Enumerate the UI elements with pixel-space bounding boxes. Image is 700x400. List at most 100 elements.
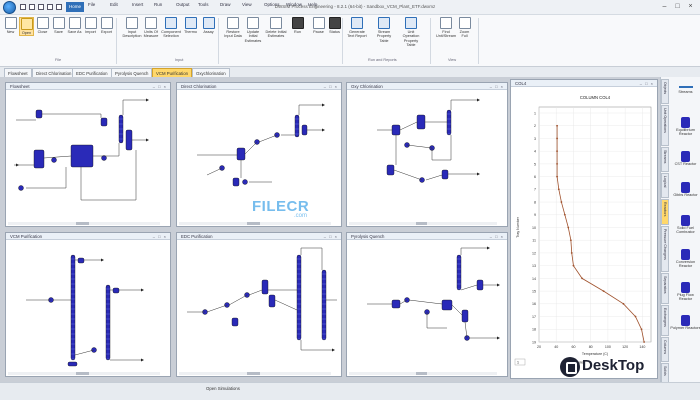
tab-edc-purification[interactable]: EDC Purification [72, 68, 112, 77]
tab-pyrolysis-quench[interactable]: Pyrolysis Quench [111, 68, 153, 77]
data-point [556, 137, 558, 140]
scrollbar-thumb[interactable] [415, 222, 428, 225]
zoom-full-button[interactable]: Zoom Full [457, 17, 472, 39]
menu-output[interactable]: Output [176, 2, 190, 7]
palette-object-polymer-reactors[interactable]: Polymer Reactors [670, 315, 700, 330]
palette-tab-logical[interactable]: Logical [661, 172, 669, 198]
column-profile-window: COL4 – □ × COLUMN COL4 1 2 3 4 5 6 7 8 9 10 11 12 13 1… [510, 79, 658, 379]
group-label-view: View [448, 58, 457, 62]
new-button[interactable]: New [3, 17, 18, 34]
unit-operation-property-table-button[interactable]: Unit Operation Property Table [400, 17, 422, 47]
palette-tab-separators[interactable]: Separators [661, 273, 669, 305]
ribbon-toolbar: New Open Close Save Save As Import Export File I… [0, 15, 700, 67]
palette-tab-exchangers[interactable]: Exchangers [661, 305, 669, 337]
menu-insert[interactable]: Insert [132, 2, 143, 7]
update-initial-estimates-button[interactable]: Update Initial Estimates [242, 17, 264, 43]
scrollbar-thumb[interactable] [76, 372, 89, 375]
save-as-button[interactable]: Save As [67, 17, 82, 34]
save-button[interactable]: Save [51, 17, 66, 34]
window-buttons[interactable]: – □ × [640, 81, 654, 86]
maximize-button[interactable]: □ [673, 3, 682, 12]
assay-button[interactable]: Assay [201, 17, 216, 34]
menu-edit[interactable]: Edit [110, 2, 118, 7]
palette-tab-label: Columns [663, 340, 667, 355]
horizontal-scrollbar[interactable] [349, 222, 497, 225]
scrollbar-thumb[interactable] [76, 222, 89, 225]
polymer-reactors-icon [681, 315, 690, 326]
horizontal-scrollbar[interactable] [8, 222, 160, 225]
menu-home[interactable]: Home [66, 2, 85, 12]
scrollbar-thumb[interactable] [247, 222, 260, 225]
flowsheet-diagram[interactable] [347, 240, 507, 373]
tab-direct-chlorination[interactable]: Direct Chlorination [32, 68, 76, 77]
palette-tab-pressure-changers[interactable]: Pressure Changers [661, 226, 669, 273]
pause-button[interactable]: Pause [311, 17, 326, 34]
tab-vcm-purification[interactable]: VCM Purification [152, 68, 192, 77]
quick-redo-icon[interactable] [56, 4, 62, 10]
palette-tab-reactors[interactable]: Reactors [661, 198, 669, 226]
window-buttons[interactable]: – □ × [153, 234, 167, 239]
units-of-measure-button[interactable]: Units Of Measure [140, 17, 162, 39]
new-label: New [6, 30, 15, 34]
menu-file[interactable]: File [88, 2, 95, 7]
window-buttons[interactable]: – □ × [324, 234, 338, 239]
horizontal-scrollbar[interactable] [349, 372, 497, 375]
flowsheet-diagram[interactable] [177, 240, 341, 373]
minimize-button[interactable]: – [660, 3, 669, 12]
quick-new-icon[interactable] [20, 4, 26, 10]
y-tick-label: 16 [532, 302, 536, 306]
window-buttons[interactable]: – □ × [490, 234, 504, 239]
run-button[interactable]: Run [290, 17, 305, 34]
save-label: Save [54, 30, 63, 34]
palette-tab-objects[interactable]: Objects [661, 79, 669, 104]
data-point [560, 201, 563, 203]
delete-initial-estimates-button[interactable]: Delete Initial Estimates [265, 17, 287, 39]
flowsheet-diagram[interactable] [347, 90, 507, 223]
palette-object-equilibrium-reactor[interactable]: Equilibrium Reactor [670, 117, 700, 137]
palette-object-solid-fuel-combustor[interactable]: Solid Fuel Combustor [670, 215, 700, 235]
export-button[interactable]: Export [99, 17, 114, 34]
palette-tab-streams[interactable]: Streams [661, 147, 669, 172]
palette-object-cst-reactor[interactable]: CST Reactor [670, 151, 700, 166]
quick-undo-icon[interactable] [47, 4, 53, 10]
window-buttons[interactable]: – □ × [490, 84, 504, 89]
palette-object-streams[interactable]: Streams [670, 81, 700, 94]
generate-text-report-button[interactable]: Generate Text Report [346, 17, 368, 39]
thermo-button[interactable]: Thermo [183, 17, 198, 34]
restore-input-data-button[interactable]: Restore Input Data [222, 17, 244, 39]
palette-tab-unit-operations[interactable]: Unit Operations [661, 104, 669, 147]
menu-draw[interactable]: Draw [220, 2, 231, 7]
tab-flowsheet[interactable]: Flowsheet [4, 68, 32, 77]
status-button[interactable]: Status [327, 17, 342, 34]
window-buttons[interactable]: – □ × [153, 84, 167, 89]
palette-object-plug-flow-reactor[interactable]: Plug Flow Reactor [670, 282, 700, 302]
save-icon [52, 17, 65, 29]
quick-open-icon[interactable] [29, 4, 35, 10]
window-buttons[interactable]: – □ × [324, 84, 338, 89]
horizontal-scrollbar[interactable] [179, 222, 331, 225]
menu-tools[interactable]: Tools [198, 2, 209, 7]
scrollbar-thumb[interactable] [415, 372, 428, 375]
stream-property-table-button[interactable]: Stream Property Table [373, 17, 395, 43]
component-selection-button[interactable]: Component Selection [160, 17, 182, 39]
menu-run[interactable]: Run [154, 2, 162, 7]
close-button[interactable]: × [686, 3, 695, 12]
import-button[interactable]: Import [83, 17, 98, 34]
quick-save-icon[interactable] [38, 4, 44, 10]
horizontal-scrollbar[interactable] [179, 372, 331, 375]
pane-title-text: Pyrolysis Quench [351, 234, 385, 239]
palette-object-gibbs-reactor[interactable]: Gibbs Reactor [670, 182, 700, 197]
new-icon [4, 17, 17, 29]
flowsheet-pane-oxy-chlorination: Oxy Chlorination – □ × [346, 82, 508, 227]
open-button[interactable]: Open [19, 17, 34, 37]
flowsheet-diagram[interactable] [6, 90, 170, 223]
close-button[interactable]: Close [35, 17, 50, 34]
flowsheet-diagram[interactable] [6, 240, 170, 373]
find-unit-stream-button[interactable]: Find Unit/Stream [435, 17, 457, 39]
scrollbar-thumb[interactable] [247, 372, 260, 375]
tab-oxychlorination[interactable]: Oxychlorination [192, 68, 230, 77]
data-point [622, 302, 625, 305]
palette-object-conversion-reactor[interactable]: Conversion Reactor [670, 249, 700, 269]
horizontal-scrollbar[interactable] [8, 372, 160, 375]
app-logo-icon[interactable] [3, 1, 16, 14]
